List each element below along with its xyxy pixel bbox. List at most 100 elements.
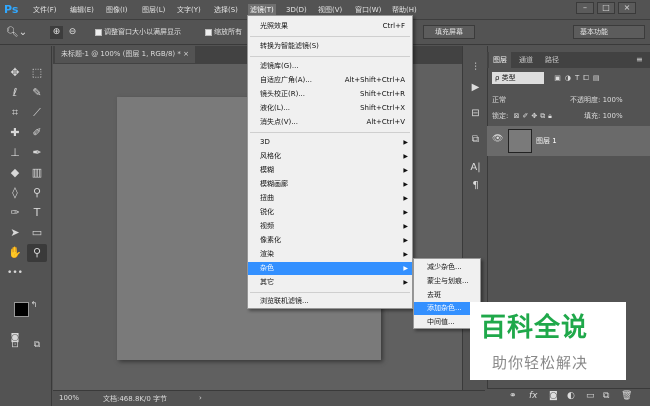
properties-panel-icon[interactable]: ⊟ [466, 106, 485, 122]
trash-icon[interactable]: 🗑︎ [621, 391, 632, 401]
tab-paths[interactable]: 路径 [541, 52, 563, 68]
lasso-tool-icon[interactable]: ℓ [5, 84, 25, 102]
new-layer-icon[interactable]: ⧉ [603, 391, 609, 401]
layer-filter-row: ρ 类型 ▣◑T⧠▤ [488, 70, 650, 86]
quick-mask-mode-icon[interactable]: ⊡ [5, 336, 25, 354]
close-button[interactable]: × [618, 2, 636, 14]
tab-channels[interactable]: 通道 [515, 52, 537, 68]
brush-tool-icon[interactable]: ✐ [27, 124, 47, 142]
swap-colors-icon[interactable]: ↰ [27, 296, 41, 314]
menu-type[interactable]: 文字(Y) [177, 4, 201, 17]
zoom-in-icon[interactable]: ⊕ [50, 26, 63, 39]
zoom-all-checkbox[interactable]: 缩放所有 [205, 26, 242, 39]
fit-window-label: 调整窗口大小以满屏显示 [104, 28, 181, 36]
menu-item-label: 自适应广角(A)... [260, 76, 312, 84]
submenu-item-reduce-noise[interactable]: 减少杂色... [414, 261, 480, 274]
menu-item-lens-correction[interactable]: 镜头校正(R)... Shift+Ctrl+R [248, 88, 412, 101]
opacity-field[interactable]: 不透明度: 100% [570, 92, 623, 108]
panel-menu-icon[interactable]: ≡ [632, 52, 647, 68]
stamp-tool-icon[interactable]: ⊥ [5, 144, 25, 162]
workspace-select[interactable]: 基本功能 [573, 25, 645, 39]
menu-edit[interactable]: 编辑(E) [70, 4, 94, 17]
zoom-tool-icon[interactable]: ⚲ [27, 244, 47, 262]
link-layers-icon[interactable]: ⚭ [509, 391, 517, 401]
marquee-tool-icon[interactable]: ⬚ [27, 64, 47, 82]
submenu-item-despeckle[interactable]: 去斑 [414, 289, 480, 302]
zoom-out-icon[interactable]: ⊖ [66, 26, 79, 39]
crop-tool-icon[interactable]: ⌗ [5, 104, 25, 122]
fill-field[interactable]: 填充: 100% [584, 108, 623, 124]
character-panel-icon[interactable]: A| [466, 160, 485, 176]
menu-item-browse-online[interactable]: 浏览联机滤镜... [248, 295, 412, 308]
adjustment-icon[interactable]: ◐ [567, 391, 575, 401]
menu-item-video[interactable]: 视频 ▶ [248, 220, 412, 233]
fit-window-checkbox[interactable]: 调整窗口大小以满屏显示 [95, 26, 181, 39]
history-brush-icon[interactable]: ✒ [27, 144, 47, 162]
blend-mode-select[interactable]: 正常 [492, 92, 550, 108]
hand-tool-icon[interactable]: ✋ [5, 244, 25, 262]
tab-layers[interactable]: 图层 [489, 52, 511, 68]
menu-item-noise[interactable]: 杂色 ▶ [248, 262, 412, 275]
menu-item-adaptive-wide[interactable]: 自适应广角(A)... Alt+Shift+Ctrl+A [248, 74, 412, 87]
move-tool-icon[interactable]: ✥ [5, 64, 25, 82]
menu-item-filter-gallery[interactable]: 滤镜库(G)... [248, 60, 412, 73]
healing-tool-icon[interactable]: ✚ [5, 124, 25, 142]
history-panel-icon[interactable]: ⫶ [466, 60, 485, 76]
status-arrow-icon[interactable]: › [199, 394, 202, 402]
layer-thumbnail[interactable] [508, 129, 532, 153]
menu-item-last-filter[interactable]: 光照效果 Ctrl+F [248, 20, 412, 33]
menu-layer[interactable]: 图层(L) [142, 4, 165, 17]
menu-item-label: 滤镜库(G)... [260, 62, 299, 70]
fill-screen-button[interactable]: 填充屏幕 [423, 25, 475, 39]
blur-tool-icon[interactable]: ◊ [5, 184, 25, 202]
layer-name[interactable]: 图层 1 [536, 136, 557, 146]
more-tools-icon[interactable]: ••• [5, 264, 25, 282]
submenu-arrow-icon: ▶ [403, 223, 408, 230]
type-tool-icon[interactable]: T [27, 204, 47, 222]
submenu-item-dust-scratches[interactable]: 蒙尘与划痕... [414, 275, 480, 288]
actions-panel-icon[interactable]: ▶ [466, 80, 485, 96]
paragraph-panel-icon[interactable]: ¶ [466, 178, 485, 194]
menu-image[interactable]: 图像(I) [106, 4, 128, 17]
filter-icons[interactable]: ▣◑T⧠▤ [554, 74, 603, 82]
clone-source-icon[interactable]: ⧉ [466, 132, 485, 148]
menu-item-label: 模糊 [260, 166, 274, 174]
menu-item-smart-filter[interactable]: 转换为智能滤镜(S) [248, 40, 412, 53]
status-bar: 100% 文档:468.8K/0 字节 › [53, 390, 485, 406]
path-select-tool-icon[interactable]: ➤ [5, 224, 25, 242]
maximize-button[interactable]: □ [597, 2, 615, 14]
menu-item-sharpen[interactable]: 锐化 ▶ [248, 206, 412, 219]
lock-icons[interactable]: ⊠✐✥⧉🔒︎ [514, 112, 555, 120]
eraser-tool-icon[interactable]: ◆ [5, 164, 25, 182]
eye-icon[interactable]: 👁︎ [492, 134, 503, 144]
document-info[interactable]: 文档:468.8K/0 字节 [103, 394, 167, 404]
menu-item-render[interactable]: 渲染 ▶ [248, 248, 412, 261]
zoom-tool-icon[interactable]: 🔍︎⌄ [6, 26, 27, 39]
zoom-level[interactable]: 100% [59, 394, 79, 402]
layer-kind-filter[interactable]: ρ 类型 [492, 72, 544, 84]
menu-file[interactable]: 文件(F) [33, 4, 57, 17]
menu-item-other[interactable]: 其它 ▶ [248, 276, 412, 289]
document-tab[interactable]: 未标题-1 @ 100% (图层 1, RGB/8) * × [55, 46, 195, 63]
group-icon[interactable]: ▭ [586, 391, 595, 401]
fx-icon[interactable]: fx [529, 391, 538, 401]
screen-mode-icon[interactable]: ⧉ [27, 336, 47, 354]
menu-select[interactable]: 选择(S) [214, 4, 238, 17]
menu-item-blur[interactable]: 模糊 ▶ [248, 164, 412, 177]
mask-icon[interactable]: ◙ [549, 391, 558, 401]
menu-item-stylize[interactable]: 风格化 ▶ [248, 150, 412, 163]
pen-tool-icon[interactable]: ✑ [5, 204, 25, 222]
minimize-button[interactable]: – [576, 2, 594, 14]
dodge-tool-icon[interactable]: ⚲ [27, 184, 47, 202]
menu-item-3d[interactable]: 3D ▶ [248, 136, 412, 149]
eyedropper-tool-icon[interactable]: ⟋ [27, 104, 47, 122]
shape-tool-icon[interactable]: ▭ [27, 224, 47, 242]
menu-item-blur-gallery[interactable]: 模糊画廊 ▶ [248, 178, 412, 191]
gradient-tool-icon[interactable]: ▥ [27, 164, 47, 182]
menu-item-vanishing-point[interactable]: 消失点(V)... Alt+Ctrl+V [248, 116, 412, 129]
menu-item-liquify[interactable]: 液化(L)... Shift+Ctrl+X [248, 102, 412, 115]
menu-item-pixelate[interactable]: 像素化 ▶ [248, 234, 412, 247]
quick-select-tool-icon[interactable]: ✎ [27, 84, 47, 102]
menu-item-distort[interactable]: 扭曲 ▶ [248, 192, 412, 205]
menu-item-label: 消失点(V)... [260, 118, 298, 126]
